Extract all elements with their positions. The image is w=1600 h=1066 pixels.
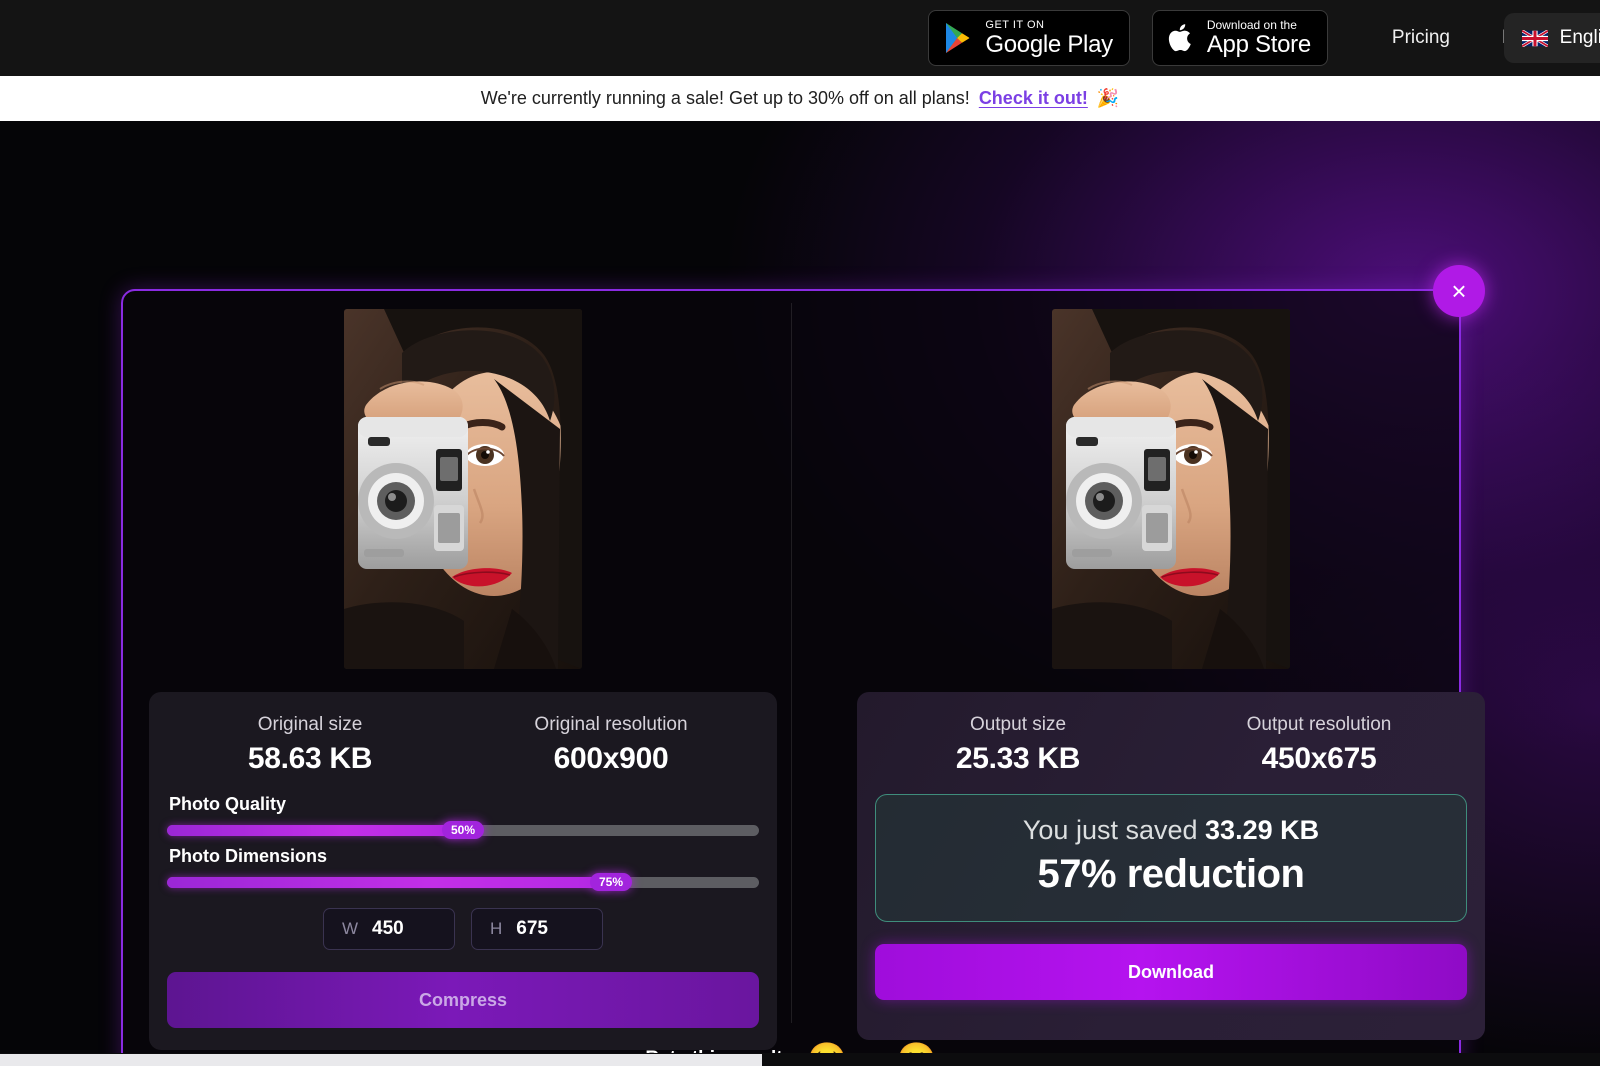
output-size-label: Output size bbox=[969, 714, 1067, 735]
google-play-badge-title: Google Play bbox=[985, 30, 1113, 58]
original-resolution-value: 600x900 bbox=[553, 742, 669, 775]
output-resolution-value: 450x675 bbox=[1261, 742, 1377, 775]
app-store-badge-title: App Store bbox=[1206, 31, 1311, 58]
nav-link-pricing[interactable]: Pricing bbox=[1366, 27, 1476, 49]
output-stats-card: Output size 25.33 KB Output resolution 4… bbox=[857, 692, 1485, 1040]
photo-dimensions-label: Photo Dimensions bbox=[169, 846, 328, 866]
photo-dimensions-slider-fill bbox=[167, 877, 611, 888]
panel-divider bbox=[791, 303, 792, 1023]
google-play-icon bbox=[946, 23, 970, 53]
savings-prefix: You just saved bbox=[1022, 815, 1206, 845]
party-popper-icon: 🎉 bbox=[1096, 88, 1120, 108]
output-thumbnail-wrap bbox=[857, 291, 1485, 669]
horizontal-scrollbar-thumb[interactable] bbox=[0, 1054, 762, 1066]
output-resolution-label: Output resolution bbox=[1246, 714, 1392, 735]
photo-dimensions-slider-knob[interactable]: 75% bbox=[589, 873, 633, 891]
output-photo-thumbnail[interactable] bbox=[1052, 309, 1290, 669]
output-resolution-stat: Output resolution 450x675 bbox=[1171, 714, 1467, 776]
reduction-percentage: 57% reduction bbox=[1037, 852, 1305, 896]
download-button[interactable]: Download bbox=[875, 944, 1467, 1000]
output-size-value: 25.33 KB bbox=[955, 742, 1081, 775]
top-navigation-bar: GET IT ON Google Play Download on the Ap… bbox=[0, 0, 1600, 76]
photo-dimensions-slider[interactable]: 75% bbox=[167, 873, 759, 891]
compress-button[interactable]: Compress bbox=[167, 972, 759, 1028]
output-stats-row: Output size 25.33 KB Output resolution 4… bbox=[875, 714, 1467, 776]
sale-banner: We're currently running a sale! Get up t… bbox=[0, 76, 1600, 121]
original-size-stat: Original size 58.63 KB bbox=[167, 714, 463, 776]
compression-result-modal: × Original size 58.63 KB Original resolu… bbox=[121, 265, 1485, 1066]
savings-summary-box: You just saved 33.29 KB 57% reduction bbox=[875, 794, 1467, 922]
original-resolution-label: Original resolution bbox=[534, 714, 688, 735]
dimension-inputs: W 450 H 675 bbox=[167, 908, 759, 950]
photo-quality-slider-fill bbox=[167, 825, 463, 836]
app-store-badge[interactable]: Download on the App Store bbox=[1151, 10, 1328, 66]
photo-quality-label: Photo Quality bbox=[169, 794, 286, 814]
modal-panels: Original size 58.63 KB Original resoluti… bbox=[123, 291, 1485, 1066]
original-stats-card: Original size 58.63 KB Original resoluti… bbox=[149, 692, 777, 1050]
google-play-badge[interactable]: GET IT ON Google Play bbox=[928, 10, 1130, 66]
sale-banner-text: We're currently running a sale! Get up t… bbox=[480, 88, 970, 108]
width-input-prefix: W bbox=[342, 919, 359, 938]
page-background: × Original size 58.63 KB Original resolu… bbox=[0, 121, 1600, 1066]
savings-amount: 33.29 KB bbox=[1205, 815, 1320, 845]
photo-quality-slider[interactable]: 50% bbox=[167, 821, 759, 839]
horizontal-scrollbar[interactable] bbox=[0, 1053, 1600, 1066]
height-input-value: 675 bbox=[516, 918, 548, 939]
original-thumbnail-wrap bbox=[149, 291, 777, 669]
width-input[interactable]: W 450 bbox=[323, 908, 455, 950]
language-selector[interactable]: English bbox=[1503, 13, 1600, 63]
output-image-panel: Output size 25.33 KB Output resolution 4… bbox=[857, 291, 1485, 1040]
language-label: English bbox=[1559, 27, 1600, 48]
uk-flag-icon bbox=[1521, 29, 1548, 47]
height-input-prefix: H bbox=[490, 919, 503, 938]
height-input[interactable]: H 675 bbox=[471, 908, 603, 950]
photo-quality-slider-knob[interactable]: 50% bbox=[441, 821, 485, 839]
original-photo-thumbnail[interactable] bbox=[344, 309, 582, 669]
original-image-panel: Original size 58.63 KB Original resoluti… bbox=[149, 291, 777, 1050]
original-stats-row: Original size 58.63 KB Original resoluti… bbox=[167, 714, 759, 776]
google-play-badge-subtitle: GET IT ON bbox=[985, 18, 1045, 31]
savings-line: You just saved 33.29 KB bbox=[886, 815, 1456, 846]
sale-banner-link[interactable]: Check it out! bbox=[979, 88, 1088, 109]
original-resolution-stat: Original resolution 600x900 bbox=[463, 714, 759, 776]
original-size-value: 58.63 KB bbox=[247, 742, 373, 775]
output-size-stat: Output size 25.33 KB bbox=[875, 714, 1171, 776]
width-input-value: 450 bbox=[372, 918, 404, 939]
apple-icon bbox=[1168, 24, 1191, 52]
app-store-badge-subtitle: Download on the bbox=[1206, 18, 1297, 32]
original-size-label: Original size bbox=[257, 714, 363, 735]
